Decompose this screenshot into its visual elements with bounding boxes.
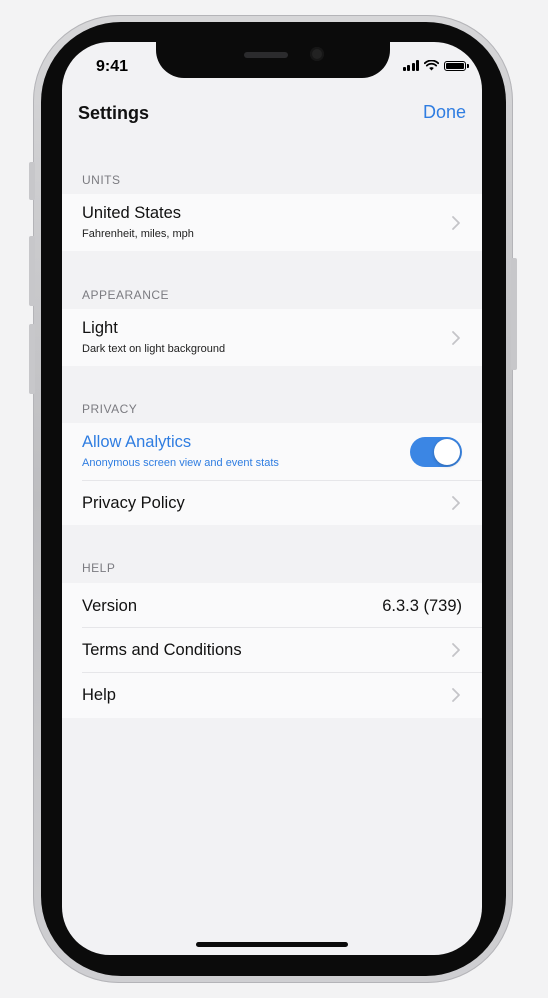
section-header-privacy: PRIVACY	[82, 402, 138, 416]
wifi-icon	[424, 60, 439, 71]
units-subtitle: Fahrenheit, miles, mph	[82, 228, 194, 240]
analytics-row: Allow Analytics Anonymous screen view an…	[62, 423, 482, 480]
version-title: Version	[82, 597, 138, 615]
section-header-units: UNITS	[82, 173, 121, 187]
help-group: Version 6.3.3 (739) Terms and Conditions…	[62, 583, 482, 718]
volume-down-button	[29, 324, 35, 394]
version-value: 6.3.3 (739)	[382, 597, 462, 615]
privacy-policy-title: Privacy Policy	[82, 494, 185, 512]
chevron-right-icon	[452, 216, 460, 230]
section-header-appearance: APPEARANCE	[82, 288, 170, 302]
status-icons	[402, 60, 469, 71]
appearance-subtitle: Dark text on light background	[82, 343, 226, 355]
help-row[interactable]: Help	[62, 673, 482, 718]
mute-switch	[29, 162, 35, 200]
signal-icon	[402, 60, 419, 71]
chevron-right-icon	[452, 643, 460, 657]
version-row: Version 6.3.3 (739)	[62, 583, 482, 627]
appearance-row[interactable]: Light Dark text on light background	[62, 309, 482, 366]
appearance-title: Light	[82, 319, 118, 337]
analytics-title: Allow Analytics	[82, 433, 192, 451]
notch	[156, 42, 390, 78]
units-title: United States	[82, 204, 182, 222]
front-camera	[310, 47, 324, 61]
chevron-right-icon	[452, 331, 460, 345]
status-time: 9:41	[96, 58, 129, 75]
screen: 9:41 Settings Done UNITS United States F…	[62, 42, 482, 955]
battery-icon	[444, 60, 469, 71]
privacy-policy-row[interactable]: Privacy Policy	[62, 481, 482, 525]
chevron-right-icon	[452, 496, 460, 510]
section-header-help: HELP	[82, 561, 116, 575]
toggle-knob	[434, 439, 460, 465]
volume-up-button	[29, 236, 35, 306]
chevron-right-icon	[452, 688, 460, 702]
units-group: United States Fahrenheit, miles, mph	[62, 194, 482, 251]
done-button[interactable]: Done	[423, 102, 466, 123]
analytics-subtitle: Anonymous screen view and event stats	[82, 457, 279, 469]
page-title: Settings	[78, 103, 150, 123]
terms-row[interactable]: Terms and Conditions	[62, 628, 482, 672]
help-title: Help	[82, 686, 116, 704]
units-row[interactable]: United States Fahrenheit, miles, mph	[62, 194, 482, 251]
home-indicator[interactable]	[196, 942, 348, 947]
nav-bar: Settings Done	[62, 96, 482, 136]
analytics-toggle[interactable]	[410, 437, 462, 467]
appearance-group: Light Dark text on light background	[62, 309, 482, 366]
power-button	[511, 258, 517, 370]
speaker-grille	[244, 52, 288, 58]
terms-title: Terms and Conditions	[82, 641, 242, 659]
privacy-group: Allow Analytics Anonymous screen view an…	[62, 423, 482, 525]
